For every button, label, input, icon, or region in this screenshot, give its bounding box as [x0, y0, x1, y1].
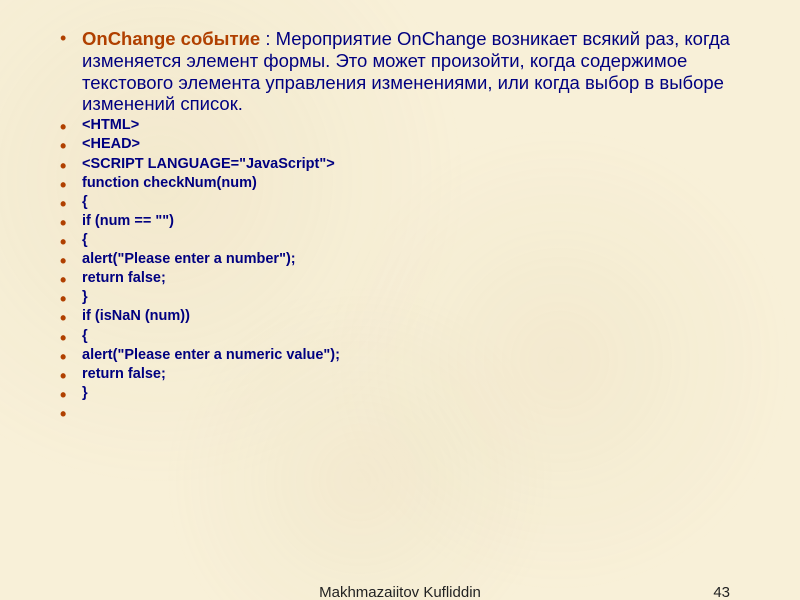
code-line: {	[48, 328, 752, 345]
footer-author: Makhmazaiitov Kufliddin	[0, 584, 800, 600]
code-line: return false;	[48, 366, 752, 383]
bullet-list: OnChange событие : Мероприятие OnChange …	[48, 28, 752, 402]
footer-page-number: 43	[713, 584, 730, 600]
code-line: function checkNum(num)	[48, 175, 752, 192]
code-line: if (num == "")	[48, 213, 752, 230]
code-line: if (isNaN (num))	[48, 308, 752, 325]
heading-title: OnChange событие	[82, 28, 260, 49]
code-line: <SCRIPT LANGUAGE="JavaScript">	[48, 156, 752, 173]
code-line: <HEAD>	[48, 136, 752, 153]
heading-bullet: OnChange событие : Мероприятие OnChange …	[48, 28, 752, 115]
code-line: }	[48, 289, 752, 306]
code-line: {	[48, 232, 752, 249]
slide: OnChange событие : Мероприятие OnChange …	[0, 0, 800, 402]
code-line: }	[48, 385, 752, 402]
code-line: <HTML>	[48, 117, 752, 134]
code-line: alert("Please enter a number");	[48, 251, 752, 268]
code-line: return false;	[48, 270, 752, 287]
code-line: {	[48, 194, 752, 211]
code-line: alert("Please enter a numeric value");	[48, 347, 752, 364]
